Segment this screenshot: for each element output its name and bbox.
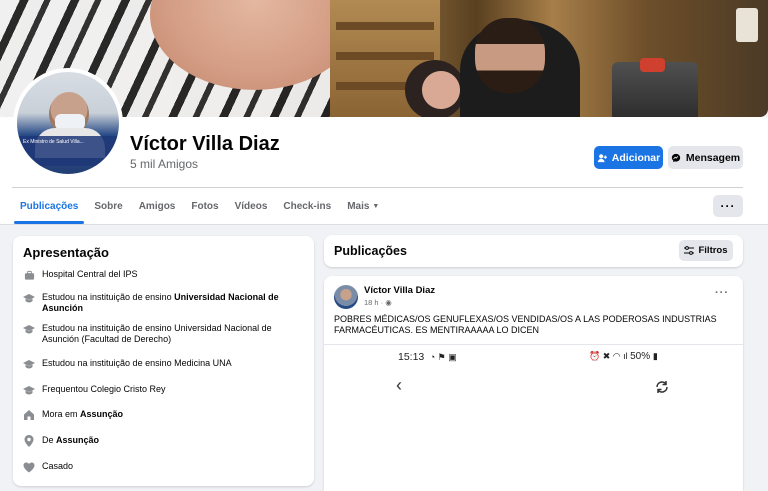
location-pin-icon xyxy=(23,435,35,447)
intro-item-text: Estudou na instituição de ensino Univers… xyxy=(42,292,279,313)
cover-person-head xyxy=(475,18,545,93)
add-friend-icon xyxy=(597,153,607,162)
message-label: Mensagem xyxy=(685,151,741,164)
profile-tabs: Publicações Sobre Amigos Fotos Vídeos Ch… xyxy=(12,190,387,224)
briefcase-icon xyxy=(23,269,35,281)
home-icon xyxy=(23,409,35,421)
tab-label: Publicações xyxy=(20,200,79,212)
battery-icon: ▮ xyxy=(652,351,658,361)
filters-button[interactable]: Filtros xyxy=(679,240,733,261)
cover-switch xyxy=(736,8,758,42)
intro-title: Apresentação xyxy=(23,245,109,260)
tab-amigos[interactable]: Amigos xyxy=(131,190,184,222)
intro-item-text: Estudou na instituição de ensino Medicin… xyxy=(42,358,232,368)
graduation-cap-icon xyxy=(23,323,35,335)
heart-icon xyxy=(23,461,35,473)
back-arrow-icon[interactable]: ‹ xyxy=(396,375,402,396)
phone-signal-icons: ⏰ ✖ ◠ ıl xyxy=(589,351,631,361)
intro-card: Apresentação Hospital Central del IPS Es… xyxy=(13,236,314,486)
phone-battery: 50% xyxy=(630,351,651,362)
intro-item-text: Hospital Central del IPS xyxy=(42,269,138,279)
rotate-icon[interactable] xyxy=(654,379,670,395)
post-card: Víctor Villa Diaz 18 h · ◉ ··· POBRES MÉ… xyxy=(324,276,743,491)
intro-item-text: Mora em Assunção xyxy=(42,409,124,419)
friends-count[interactable]: 5 mil Amigos xyxy=(130,157,198,171)
tab-label: Check-ins xyxy=(283,200,332,212)
tab-mais[interactable]: Mais ▼ xyxy=(339,190,387,222)
tab-label: Fotos xyxy=(191,200,219,212)
cover-child xyxy=(405,60,465,117)
intro-item-education: Estudou na instituição de ensino Medicin… xyxy=(23,358,308,370)
intro-item-text: Frequentou Colegio Cristo Rey xyxy=(42,384,166,394)
post-timestamp[interactable]: 18 h · ◉ xyxy=(364,298,392,307)
tab-videos[interactable]: Vídeos xyxy=(227,190,276,222)
graduation-cap-icon xyxy=(23,292,35,304)
profile-avatar[interactable]: Ex Ministro de Salud Villa... xyxy=(13,68,123,178)
add-friend-button[interactable]: Adicionar xyxy=(594,146,663,169)
caret-down-icon: ▼ xyxy=(372,202,380,210)
tab-sobre[interactable]: Sobre xyxy=(86,190,130,222)
intro-item-work: Hospital Central del IPS xyxy=(23,269,308,281)
tab-publicacoes[interactable]: Publicações xyxy=(12,190,86,224)
intro-item-education: Estudou na instituição de ensino Univers… xyxy=(23,292,308,314)
post-text: POBRES MÉDICAS/OS GENUFLEXAS/OS VENDIDAS… xyxy=(334,314,717,335)
header-divider xyxy=(12,187,743,188)
intro-item-from: De Assunção xyxy=(23,435,308,447)
globe-icon: ◉ xyxy=(385,298,392,307)
post-screenshot-image[interactable]: 15:13 ◔ ⚑ ▣ ⏰ ✖ ◠ ıl 50% ▮ ‹ xyxy=(324,344,743,491)
sliders-icon xyxy=(684,246,695,255)
tab-fotos[interactable]: Fotos xyxy=(183,190,226,222)
post-author-name[interactable]: Víctor Villa Diaz xyxy=(364,285,435,296)
intro-item-text: Estudou na instituição de ensino Univers… xyxy=(42,323,272,344)
more-options-button[interactable]: ··· xyxy=(713,195,743,217)
post-author-avatar[interactable] xyxy=(334,285,358,309)
avatar-ticker: Ex Ministro de Salud Villa... xyxy=(17,136,119,166)
tab-label: Sobre xyxy=(94,200,123,212)
message-button[interactable]: Mensagem xyxy=(668,146,743,169)
intro-item-relationship: Casado xyxy=(23,461,308,473)
graduation-cap-icon xyxy=(23,384,35,396)
profile-name: Víctor Villa Diaz xyxy=(130,133,280,155)
posts-title: Publicações xyxy=(334,244,407,258)
tab-label: Mais xyxy=(347,200,370,212)
intro-item-education: Estudou na instituição de ensino Univers… xyxy=(23,323,308,345)
intro-item-school: Frequentou Colegio Cristo Rey xyxy=(23,384,308,396)
tab-label: Vídeos xyxy=(234,200,268,212)
cover-pot-lid xyxy=(640,58,665,72)
intro-item-lives: Mora em Assunção xyxy=(23,409,308,421)
posts-header-card: Publicações Filtros xyxy=(324,235,743,267)
tab-label: Amigos xyxy=(138,200,176,212)
phone-status-right: ⏰ ✖ ◠ ıl 50% ▮ xyxy=(589,351,658,362)
phone-clock: 15:13 xyxy=(398,351,425,363)
phone-notification-icons: ◔ ⚑ ▣ xyxy=(427,352,457,362)
graduation-cap-icon xyxy=(23,358,35,370)
filters-label: Filtros xyxy=(698,245,728,256)
post-options-button[interactable]: ··· xyxy=(715,287,729,299)
messenger-icon xyxy=(671,153,681,162)
intro-item-text: Casado xyxy=(42,461,74,471)
tab-check-ins[interactable]: Check-ins xyxy=(275,190,339,222)
add-friend-label: Adicionar xyxy=(611,151,661,164)
intro-item-text: De Assunção xyxy=(42,435,100,445)
phone-status-left: 15:13 ◔ ⚑ ▣ xyxy=(398,351,457,363)
